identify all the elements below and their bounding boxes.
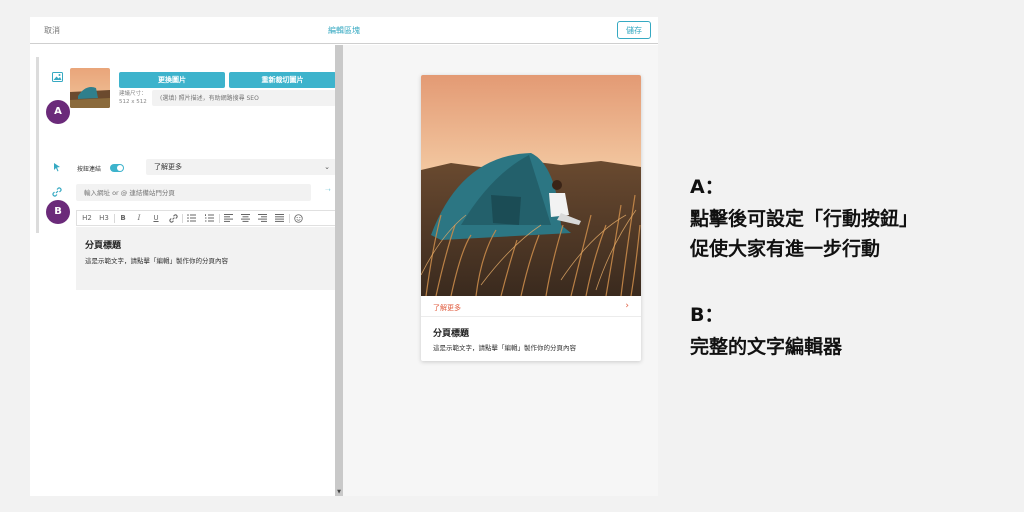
apply-link-icon[interactable]: ➝ — [325, 186, 331, 194]
page-title: 編輯區塊 — [328, 26, 360, 35]
cta-toggle[interactable] — [110, 164, 124, 172]
recrop-image-button[interactable]: 重新裁切圖片 — [229, 72, 336, 88]
recommended-size-label: 建議尺寸： 512 x 512 — [119, 91, 147, 105]
editor-pane: 更換圖片 重新裁切圖片 建議尺寸： 512 x 512 按鈕連結 了解更多 ⌄ … — [30, 45, 336, 496]
scroll-down-arrow-icon[interactable]: ▼ — [335, 489, 343, 495]
editor-body-text: 這是示範文字，請點擊「編輯」製作你的分頁內容 — [85, 257, 228, 265]
align-justify-icon[interactable] — [273, 211, 286, 225]
underline-button[interactable]: U — [150, 211, 162, 225]
align-center-icon[interactable] — [239, 211, 252, 225]
cta-select-value: 了解更多 — [154, 163, 182, 171]
image-thumbnail[interactable] — [70, 68, 110, 108]
image-alt-input[interactable] — [152, 90, 336, 106]
toolbar-divider — [114, 214, 115, 223]
annotation-badge-a: A — [46, 100, 70, 124]
editor-scrollbar[interactable]: ▼ — [335, 45, 343, 496]
preview-body: 這是示範文字，請點擊「編輯」製作你的分頁內容 — [433, 344, 576, 352]
save-button[interactable]: 儲存 — [617, 21, 651, 39]
preview-photo — [421, 75, 641, 297]
top-bar: 取消 編輯區塊 儲存 — [30, 17, 658, 44]
preview-title: 分頁標題 — [433, 329, 470, 339]
toolbar-divider — [289, 214, 290, 223]
preview-cta-link[interactable]: 了解更多 › — [421, 296, 641, 317]
rich-text-editor[interactable]: 分頁標題 這是示範文字，請點擊「編輯」製作你的分頁內容 — [76, 227, 336, 290]
note-b-heading: B： — [690, 304, 724, 326]
image-icon — [51, 72, 63, 84]
annotation-badge-b: B — [46, 200, 70, 224]
url-input[interactable] — [76, 184, 311, 201]
italic-button[interactable]: I — [133, 211, 145, 225]
preview-cta-text: 了解更多 — [433, 304, 461, 312]
note-a-line1: 點擊後可設定「行動按鈕」 — [690, 208, 919, 230]
heading-2-button[interactable]: H2 — [80, 211, 94, 225]
heading-3-button[interactable]: H3 — [97, 211, 111, 225]
edit-panel: 更換圖片 重新裁切圖片 建議尺寸： 512 x 512 按鈕連結 了解更多 ⌄ … — [36, 57, 336, 290]
toolbar-divider — [182, 214, 183, 223]
align-left-icon[interactable] — [222, 211, 235, 225]
toolbar-divider — [219, 214, 220, 223]
edit-block-window: 取消 編輯區塊 儲存 更換圖片 重新裁切圖片 建議尺寸： 512 x 512 (… — [30, 17, 658, 496]
toggle-knob — [117, 165, 123, 171]
preview-card: 了解更多 › 分頁標題 這是示範文字，請點擊「編輯」製作你的分頁內容 — [421, 75, 641, 361]
align-right-icon[interactable] — [256, 211, 269, 225]
numbered-list-icon[interactable] — [203, 211, 216, 225]
link-icon — [51, 187, 63, 199]
note-a-line2: 促使大家有進一步行動 — [690, 238, 881, 260]
cta-toggle-label: 按鈕連結 — [77, 166, 102, 173]
note-a-heading: A： — [690, 176, 724, 198]
editor-heading-text: 分頁標題 — [85, 241, 122, 251]
bullet-list-icon[interactable] — [185, 211, 198, 225]
preview-pane: 了解更多 › 分頁標題 這是示範文字，請點擊「編輯」製作你的分頁內容 — [343, 45, 658, 496]
cta-type-select[interactable]: 了解更多 ⌄ — [146, 159, 336, 175]
chevron-right-icon: › — [625, 301, 629, 311]
bold-button[interactable]: B — [117, 211, 129, 225]
text-toolbar: H2 H3 B I U — [76, 210, 336, 226]
replace-image-button[interactable]: 更換圖片 — [119, 72, 225, 88]
emoji-icon[interactable] — [292, 211, 305, 225]
note-b-line1: 完整的文字編輯器 — [690, 336, 843, 358]
link-icon[interactable] — [167, 211, 179, 225]
cursor-click-icon — [51, 162, 63, 174]
chevron-down-icon: ⌄ — [324, 163, 330, 171]
